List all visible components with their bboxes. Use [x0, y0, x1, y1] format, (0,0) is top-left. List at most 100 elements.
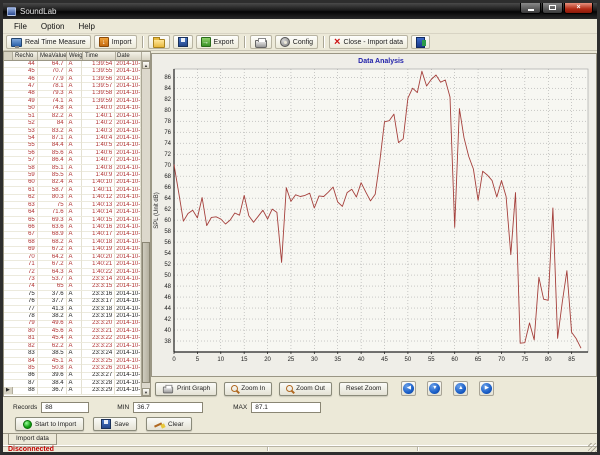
table-cell: A [67, 120, 83, 127]
print-graph-button[interactable]: Print Graph [155, 382, 217, 396]
table-cell: 82 [13, 343, 38, 350]
import-label: Import [112, 39, 132, 46]
table-cell: 62.2 [38, 343, 67, 350]
table-cell: 85.1 [38, 165, 67, 172]
close-import-label: Close - Import data [343, 39, 403, 46]
table-cell: 38.4 [38, 380, 67, 387]
exit-button[interactable] [411, 35, 430, 49]
table-cell: 47 [13, 83, 38, 90]
table-cell: 80.3 [38, 194, 67, 201]
menu-option[interactable]: Option [34, 21, 72, 32]
scroll-up-icon[interactable]: ▲ [142, 61, 150, 69]
svg-text:65: 65 [475, 357, 482, 363]
monitor-icon [11, 38, 22, 47]
export-button[interactable]: → Export [196, 35, 239, 49]
table-cell: 64 [13, 209, 38, 216]
table-cell: 2014-10- [115, 76, 141, 83]
real-time-measure-button[interactable]: Real Time Measure [6, 35, 91, 49]
open-button[interactable] [148, 35, 170, 49]
table-cell: A [67, 231, 83, 238]
zoom-out-label: Zoom Out [296, 385, 325, 392]
svg-text:70: 70 [498, 357, 505, 363]
table-scrollbar[interactable]: ▲ ▼ [141, 61, 150, 396]
print-button[interactable] [250, 35, 272, 49]
records-table: RecNo MeaValue Weigh Time Date 4464.7A1:… [3, 51, 151, 397]
green-dot-icon [23, 420, 32, 429]
max-field[interactable]: 87.1 [251, 402, 321, 413]
close-import-button[interactable]: × Close - Import data [329, 35, 408, 49]
maximize-button[interactable] [542, 3, 563, 14]
table-cell: 53.7 [38, 276, 67, 283]
svg-text:78: 78 [164, 119, 171, 125]
col-date[interactable]: Date [116, 52, 142, 60]
min-field[interactable]: 36.7 [133, 402, 203, 413]
table-cell: 45.1 [38, 358, 67, 365]
records-field[interactable]: 88 [41, 402, 89, 413]
title-bar[interactable]: SoundLab × [3, 3, 597, 19]
col-recno[interactable]: RecNo [13, 52, 38, 60]
table-cell: 1:40:1 [82, 113, 115, 120]
save-button[interactable]: Save [93, 417, 137, 431]
menu-help[interactable]: Help [71, 21, 101, 32]
table-cell: 76 [13, 298, 38, 305]
clear-button[interactable]: Clear [146, 417, 192, 431]
zoom-in-button[interactable]: Zoom In [224, 382, 272, 396]
pan-up-button[interactable]: ▲ [453, 381, 468, 396]
table-cell: 2014-10- [115, 246, 141, 253]
svg-text:66: 66 [164, 185, 171, 191]
col-weigh[interactable]: Weigh [67, 52, 83, 60]
table-cell: 63 [13, 202, 38, 209]
action-buttons: Start to Import Save Clear [3, 416, 597, 432]
table-cell: 2014-10- [115, 202, 141, 209]
table-cell: A [67, 179, 83, 186]
table-cell: 68 [13, 239, 38, 246]
table-cell: 1:40:12 [82, 194, 115, 201]
table-cell: 79 [13, 320, 38, 327]
zoom-out-button[interactable]: Zoom Out [279, 382, 332, 396]
table-cell: A [67, 83, 83, 90]
pan-right-button[interactable]: ▶ [479, 381, 494, 396]
config-button[interactable]: Config [275, 35, 318, 49]
table-cell: 2014-10- [115, 298, 141, 305]
table-cell: 77 [13, 306, 38, 313]
table-cell: 71.6 [38, 209, 67, 216]
save-toolbar-button[interactable] [173, 35, 193, 49]
exit-door-icon [416, 37, 425, 48]
table-cell: A [67, 350, 83, 357]
table-cell: 2014-10- [115, 68, 141, 75]
svg-text:42: 42 [164, 317, 171, 323]
resize-grip[interactable] [588, 443, 597, 452]
svg-text:15: 15 [241, 357, 248, 363]
reset-zoom-button[interactable]: Reset Zoom [339, 382, 388, 396]
col-meavalue[interactable]: MeaValue [38, 52, 67, 60]
table-cell: 1:40:15 [82, 217, 115, 224]
start-to-import-button[interactable]: Start to Import [15, 417, 84, 431]
svg-text:56: 56 [164, 240, 171, 246]
pan-left-button[interactable]: ◀ [401, 381, 416, 396]
svg-text:84: 84 [164, 86, 171, 92]
records-label: Records [13, 404, 37, 411]
table-row[interactable]: ▶8836.7A23:3:292014-10- [4, 388, 141, 395]
menu-file[interactable]: File [7, 21, 34, 32]
table-cell: 2014-10- [115, 105, 141, 112]
row-selector[interactable]: ▶ [4, 387, 13, 394]
col-time[interactable]: Time [83, 52, 116, 60]
table-cell: A [67, 269, 83, 276]
table-cell: 58 [13, 165, 38, 172]
table-cell: A [67, 165, 83, 172]
close-button[interactable]: × [564, 3, 593, 14]
toolbar-separator [142, 36, 143, 48]
window-title: SoundLab [20, 7, 56, 16]
minimize-button[interactable] [520, 3, 541, 14]
scroll-thumb[interactable] [142, 242, 150, 383]
scroll-down-icon[interactable]: ▼ [142, 388, 150, 396]
status-bar: Disconnected [3, 445, 597, 452]
chart-controls: Print Graph Zoom In Zoom Out Reset Zoom … [155, 381, 494, 396]
import-button[interactable]: ↓ Import [94, 35, 137, 49]
table-header: RecNo MeaValue Weigh Time Date [4, 52, 150, 61]
table-cell: 1:40:21 [82, 261, 115, 268]
pan-down-button[interactable]: ▼ [427, 381, 442, 396]
tab-import-data[interactable]: Import data [8, 434, 57, 445]
table-cell: 86.4 [38, 157, 67, 164]
table-cell: 1:39:59 [82, 98, 115, 105]
